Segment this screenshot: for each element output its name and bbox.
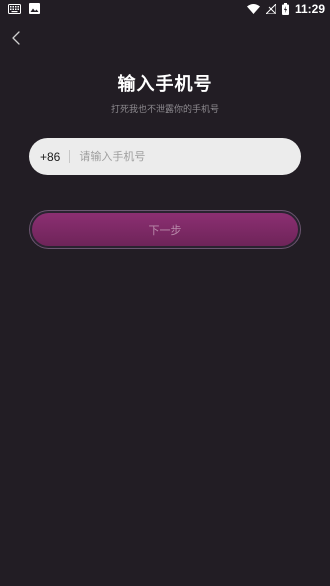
image-icon (29, 3, 40, 14)
next-button-label: 下一步 (148, 223, 182, 237)
next-button-fill[interactable]: 下一步 (32, 213, 298, 246)
next-button[interactable]: 下一步 (29, 210, 301, 249)
phone-input-box[interactable]: +86 (29, 138, 301, 175)
battery-icon (281, 3, 289, 15)
signal-icon (264, 2, 277, 15)
page-subtitle: 打死我也不泄露你的手机号 (110, 105, 219, 115)
divider (69, 150, 71, 163)
wifi-icon (246, 4, 260, 14)
phone-input[interactable] (79, 150, 270, 163)
keyboard-icon (8, 3, 21, 14)
page-title: 输入手机号 (117, 74, 213, 95)
status-bar-right: 11:29 (246, 2, 325, 16)
status-bar: 11:29 (0, 0, 330, 18)
status-bar-left (8, 3, 40, 14)
chevron-left-icon (8, 31, 26, 52)
back-button[interactable] (8, 28, 26, 48)
country-code[interactable]: +86 (40, 150, 60, 164)
status-time: 11:29 (294, 2, 325, 16)
